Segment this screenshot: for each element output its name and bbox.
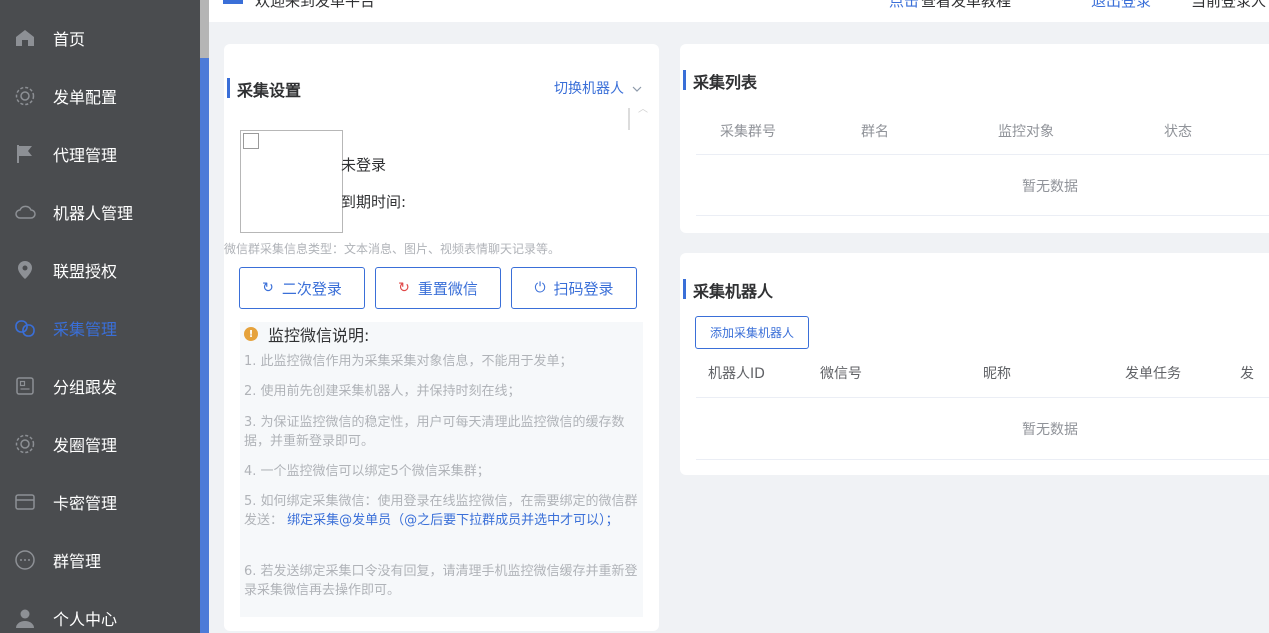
sidebar: 首页 发单配置 代理管理 机器人管理 联盟授权 采集管理 分组跟发 发圈管理 卡… — [0, 0, 200, 633]
home-icon — [16, 30, 34, 46]
column-header: 昵称 — [983, 366, 1011, 382]
sidebar-item-label: 发圈管理 — [53, 436, 118, 455]
note-2: 2. 使用前先创建采集机器人，并保持时刻在线； — [244, 384, 521, 399]
reset-label: 重置微信 — [417, 279, 478, 298]
sidebar-item-label: 机器人管理 — [53, 204, 134, 223]
warning-icon: ! — [244, 327, 258, 341]
sidebar-item-label: 个人中心 — [53, 610, 118, 629]
settings-icon — [15, 434, 35, 454]
welcome-text: 欢迎来到发单平台 — [255, 0, 376, 10]
note-4: 4. 一个监控微信可以绑定5个微信采集群； — [244, 464, 490, 479]
collect-robot-card: 采集机器人 添加采集机器人 机器人ID 微信号 昵称 发单任务 发 暂无数据 — [680, 253, 1269, 475]
sidebar-item-label: 群管理 — [53, 552, 102, 571]
sidebar-item-collect[interactable]: 采集管理 — [0, 299, 200, 357]
scrollbar-thumb[interactable] — [200, 58, 209, 633]
card-icon — [15, 494, 35, 510]
sidebar-item-label: 分组跟发 — [53, 378, 118, 397]
chevron-up-icon: ︿ — [638, 104, 648, 115]
card-title: 采集列表 — [683, 69, 757, 93]
note-5: 5. 如何绑定采集微信：使用登录在线监控微信，在需要绑定的微信群发送： 绑定采集… — [244, 492, 639, 530]
qr-code-image — [240, 130, 343, 233]
sidebar-item-label: 卡密管理 — [53, 494, 118, 513]
sidebar-item-robot[interactable]: 机器人管理 — [0, 183, 200, 241]
refresh-icon: ↻ — [262, 280, 274, 296]
tutorial-text: 查看发单教程 — [921, 0, 1012, 10]
column-header: 状态 — [1164, 124, 1192, 140]
reset-icon: ↻ — [398, 280, 410, 296]
note-5-highlight: 绑定采集@发单员（@之后要下拉群成员并选中才可以）； — [287, 513, 619, 528]
card-title: 采集设置 — [227, 77, 301, 101]
column-header: 微信号 — [820, 366, 862, 382]
sidebar-item-moments[interactable]: 发圈管理 — [0, 415, 200, 473]
sidebar-item-card-key[interactable]: 卡密管理 — [0, 473, 200, 531]
grid-icon — [16, 377, 34, 395]
expire-time: 到期时间: — [341, 193, 407, 211]
sidebar-item-label: 首页 — [53, 30, 86, 49]
image-placeholder-icon — [243, 133, 259, 149]
gear-icon — [15, 86, 35, 106]
sidebar-item-order-config[interactable]: 发单配置 — [0, 67, 200, 125]
relogin-button[interactable]: ↻ 二次登录 — [239, 267, 365, 309]
column-header: 监控对象 — [998, 124, 1054, 140]
divider — [696, 459, 1269, 460]
sidebar-item-home[interactable]: 首页 — [0, 9, 200, 67]
notice-title-text: 监控微信说明: — [268, 326, 370, 345]
login-status: 未登录 — [341, 156, 387, 174]
notice-panel: ! 监控微信说明: 1. 此监控微信作用为采集采集对象信息，不能用于发单； 2.… — [240, 322, 643, 617]
sidebar-item-label: 联盟授权 — [53, 262, 118, 281]
empty-placeholder: 暂无数据 — [1022, 422, 1078, 438]
sidebar-item-label: 代理管理 — [53, 146, 118, 165]
tutorial-link[interactable]: 点击 — [889, 0, 919, 11]
chevron-down-icon — [633, 86, 642, 92]
user-icon — [16, 609, 34, 628]
scan-label: 扫码登录 — [553, 279, 614, 298]
note-3: 3. 为保证监控微信的稳定性，用户可每天清理此监控微信的缓存数据，并重新登录即可… — [244, 415, 625, 449]
add-robot-button[interactable]: 添加采集机器人 — [695, 316, 810, 349]
notice-title: ! 监控微信说明: — [244, 322, 369, 346]
column-header: 机器人ID — [708, 366, 765, 382]
link-icon — [15, 320, 35, 337]
cloud-icon — [15, 205, 36, 219]
divider — [696, 397, 1269, 398]
flag-icon — [17, 145, 32, 163]
collect-settings-card: 采集设置 切换机器人 ︿ 未登录 到期时间: 微信群采集信息类型：文本消息、图片… — [224, 44, 659, 631]
card-title: 采集机器人 — [683, 278, 773, 302]
collect-list-card: 采集列表 采集群号 群名 监控对象 状态 暂无数据 — [680, 44, 1269, 233]
sidebar-scrollbar[interactable] — [200, 0, 209, 633]
scrollbar-track — [200, 0, 209, 58]
relogin-label: 二次登录 — [281, 279, 342, 298]
sidebar-item-profile[interactable]: 个人中心 — [0, 589, 200, 633]
column-header: 发单任务 — [1125, 366, 1181, 382]
power-icon: ⏻ — [534, 280, 546, 296]
sidebar-item-group[interactable]: 群管理 — [0, 531, 200, 589]
location-pin-icon — [18, 261, 32, 279]
chat-icon — [15, 550, 35, 570]
current-user: 当前登录人 — [1191, 0, 1267, 10]
divider — [696, 154, 1269, 155]
note-1: 1. 此监控微信作用为采集采集对象信息，不能用于发单； — [244, 354, 573, 369]
sidebar-item-label: 采集管理 — [53, 320, 118, 339]
switch-robot-dropdown[interactable]: 切换机器人 — [554, 78, 642, 98]
sidebar-item-group-follow[interactable]: 分组跟发 — [0, 357, 200, 415]
logout-link[interactable]: 退出登录 — [1091, 0, 1151, 11]
info-type-text: 微信群采集信息类型：文本消息、图片、视频表情聊天记录等。 — [224, 242, 561, 256]
sidebar-item-agent[interactable]: 代理管理 — [0, 125, 200, 183]
switch-robot-label: 切换机器人 — [554, 81, 624, 97]
empty-placeholder: 暂无数据 — [1022, 179, 1078, 195]
sidebar-item-label: 发单配置 — [53, 88, 118, 107]
column-header: 发 — [1240, 366, 1254, 382]
scroll-indicator — [628, 108, 630, 130]
header-accent — [223, 0, 243, 4]
column-header: 群名 — [861, 124, 889, 140]
note-6: 6. 若发送绑定采集口令没有回复，请清理手机监控微信缓存并重新登录采集微信再去操… — [244, 564, 638, 598]
reset-wechat-button[interactable]: ↻ 重置微信 — [375, 267, 501, 309]
column-header: 采集群号 — [720, 124, 776, 140]
top-header: 欢迎来到发单平台 点击 查看发单教程 退出登录 当前登录人 — [209, 0, 1269, 22]
divider — [696, 215, 1269, 216]
scan-login-button[interactable]: ⏻ 扫码登录 — [511, 267, 637, 309]
sidebar-item-union[interactable]: 联盟授权 — [0, 241, 200, 299]
